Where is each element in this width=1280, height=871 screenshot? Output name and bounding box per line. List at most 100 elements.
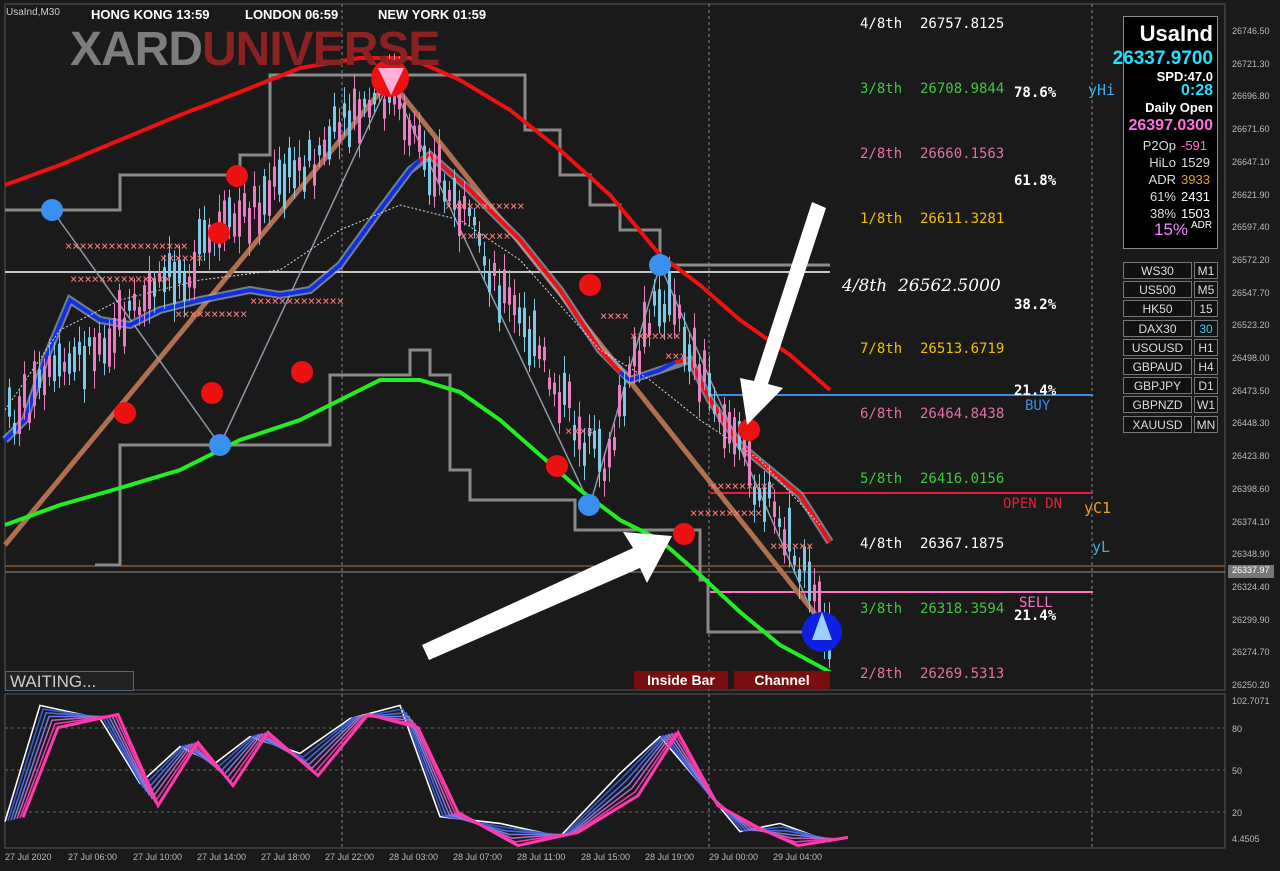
murrey-level: 2/8th 26269.5313 — [860, 666, 1005, 682]
candle-body — [228, 197, 231, 228]
symbol-button-gbpjpy[interactable]: GBPJPY — [1123, 377, 1192, 395]
symbol-button-ws30[interactable]: WS30 — [1123, 262, 1192, 279]
candle-body — [408, 120, 411, 146]
candle-body — [343, 103, 346, 118]
candle-body — [333, 106, 336, 132]
candle-body — [323, 139, 326, 157]
candle-body — [363, 98, 366, 108]
symbol-button-xauusd[interactable]: XAUUSD — [1123, 415, 1192, 433]
candle-body — [728, 412, 731, 444]
session-london: LONDON 06:59 — [245, 7, 339, 22]
time-axis-label: 27 Jul 18:00 — [261, 852, 311, 862]
sell-signal-dot — [673, 523, 695, 545]
symbol-button-hk50[interactable]: HK50 — [1123, 300, 1192, 318]
candle-body — [293, 160, 296, 189]
candle-body — [418, 124, 421, 152]
channel-upper — [5, 73, 830, 267]
timeframe-button-m1[interactable]: M1 — [1194, 262, 1218, 279]
symbol-button-us500[interactable]: US500 — [1123, 281, 1192, 299]
chart-canvas[interactable]: ××××××××××××××××××××××××××××××××××××××××… — [0, 0, 1280, 871]
candle-body — [613, 437, 616, 451]
signal-x-marks: ×××× — [565, 424, 594, 438]
candle-body — [663, 303, 666, 323]
osc-axis-label: 102.7071 — [1232, 696, 1270, 706]
info-timer: 0:28 — [1180, 82, 1213, 99]
signal-x-marks: ×××××× — [160, 251, 203, 265]
sell-signal-dot — [291, 361, 313, 383]
candle-body — [18, 396, 21, 434]
candle-body — [33, 361, 36, 406]
buy-signal-dot — [578, 494, 600, 516]
candle-body — [608, 438, 611, 468]
candle-body — [433, 154, 436, 197]
symbol-button-gbpaud[interactable]: GBPAUD — [1123, 358, 1192, 375]
candle-body — [183, 272, 186, 302]
osc-axis-label: 20 — [1232, 808, 1243, 818]
candle-body — [78, 341, 81, 355]
time-axis-label: 29 Jul 04:00 — [773, 852, 823, 862]
candle-body — [583, 442, 586, 466]
annotation-arrow-up — [422, 532, 672, 660]
osc-axis-label: 4.4505 — [1232, 834, 1260, 844]
timeframe-button-w1[interactable]: W1 — [1194, 396, 1218, 414]
candle-body — [268, 180, 271, 216]
candle-body — [493, 262, 496, 276]
price-axis-label: 26274.70 — [1232, 647, 1270, 658]
current-price-tag: 26337.97 — [1232, 565, 1270, 575]
yl-label: yL — [1092, 538, 1111, 556]
info-symbol: UsaInd — [1139, 21, 1213, 46]
price-axis-label: 26597.40 — [1232, 222, 1270, 233]
timeframe-button-mn[interactable]: MN — [1194, 415, 1218, 433]
timeframe-button-h1[interactable]: H1 — [1194, 338, 1218, 356]
timeframe-button-15[interactable]: 15 — [1194, 300, 1218, 318]
timeframe-button-d1[interactable]: D1 — [1194, 377, 1218, 395]
candle-body — [108, 328, 111, 367]
murrey-level: 6/8th 26464.8438 — [860, 406, 1005, 422]
candle-body — [58, 343, 61, 377]
candle-body — [628, 364, 631, 378]
candle-body — [808, 561, 811, 601]
candle-body — [653, 291, 656, 306]
timeframe-button-m5[interactable]: M5 — [1194, 281, 1218, 299]
murrey-level: 4/8th 26757.8125 — [860, 16, 1005, 32]
signal-x-marks: ××××××××××××× — [250, 294, 344, 308]
time-axis-label: 29 Jul 00:00 — [709, 852, 759, 862]
osc-axis-label: 80 — [1232, 724, 1243, 734]
info-row-value: 1503 — [1181, 206, 1210, 221]
price-axis-label: 26721.30 — [1232, 58, 1270, 69]
info-row-value: -591 — [1181, 138, 1208, 153]
candle-body — [488, 272, 491, 293]
timeframe-button-h4[interactable]: H4 — [1194, 358, 1218, 375]
info-panel: UsaInd 26337.9700 SPD:47.0 0:28 Daily Op… — [1113, 16, 1218, 249]
murrey-level: 7/8th 26513.6719 — [860, 341, 1005, 357]
time-axis-label: 27 Jul 10:00 — [133, 852, 183, 862]
sell-signal-dot — [546, 455, 568, 477]
price-axis-label: 26448.30 — [1232, 418, 1270, 429]
time-axis-label: 28 Jul 11:00 — [517, 852, 566, 862]
murrey-level: 3/8th 26708.9844 — [860, 81, 1005, 97]
candle-body — [88, 337, 91, 347]
sell-signal-dot — [201, 382, 223, 404]
candle-body — [638, 350, 641, 374]
info-row-value: 1529 — [1181, 155, 1210, 170]
candle-body — [603, 468, 606, 482]
candle-body — [498, 285, 501, 323]
timeframe-button-30[interactable]: 30 — [1194, 319, 1218, 337]
sell-signal-dot — [208, 222, 230, 244]
candle-body — [563, 372, 566, 405]
candle-body — [203, 219, 206, 253]
candle-body — [713, 404, 716, 414]
candle-body — [698, 364, 701, 402]
candle-body — [503, 269, 506, 304]
candle-body — [308, 139, 311, 161]
signal-x-marks: ××××××× — [630, 329, 681, 343]
candle-body — [658, 289, 661, 327]
candle-body — [298, 157, 301, 171]
candle-body — [118, 290, 121, 330]
symbol-button-usousd[interactable]: USOUSD — [1123, 338, 1192, 356]
buy-signal-dot — [209, 434, 231, 456]
candle-body — [668, 271, 671, 316]
symbol-button-dax30[interactable]: DAX30 — [1123, 319, 1192, 337]
symbol-button-gbpnzd[interactable]: GBPNZD — [1123, 396, 1192, 414]
murrey-level: 1/8th 26611.3281 — [860, 211, 1005, 227]
